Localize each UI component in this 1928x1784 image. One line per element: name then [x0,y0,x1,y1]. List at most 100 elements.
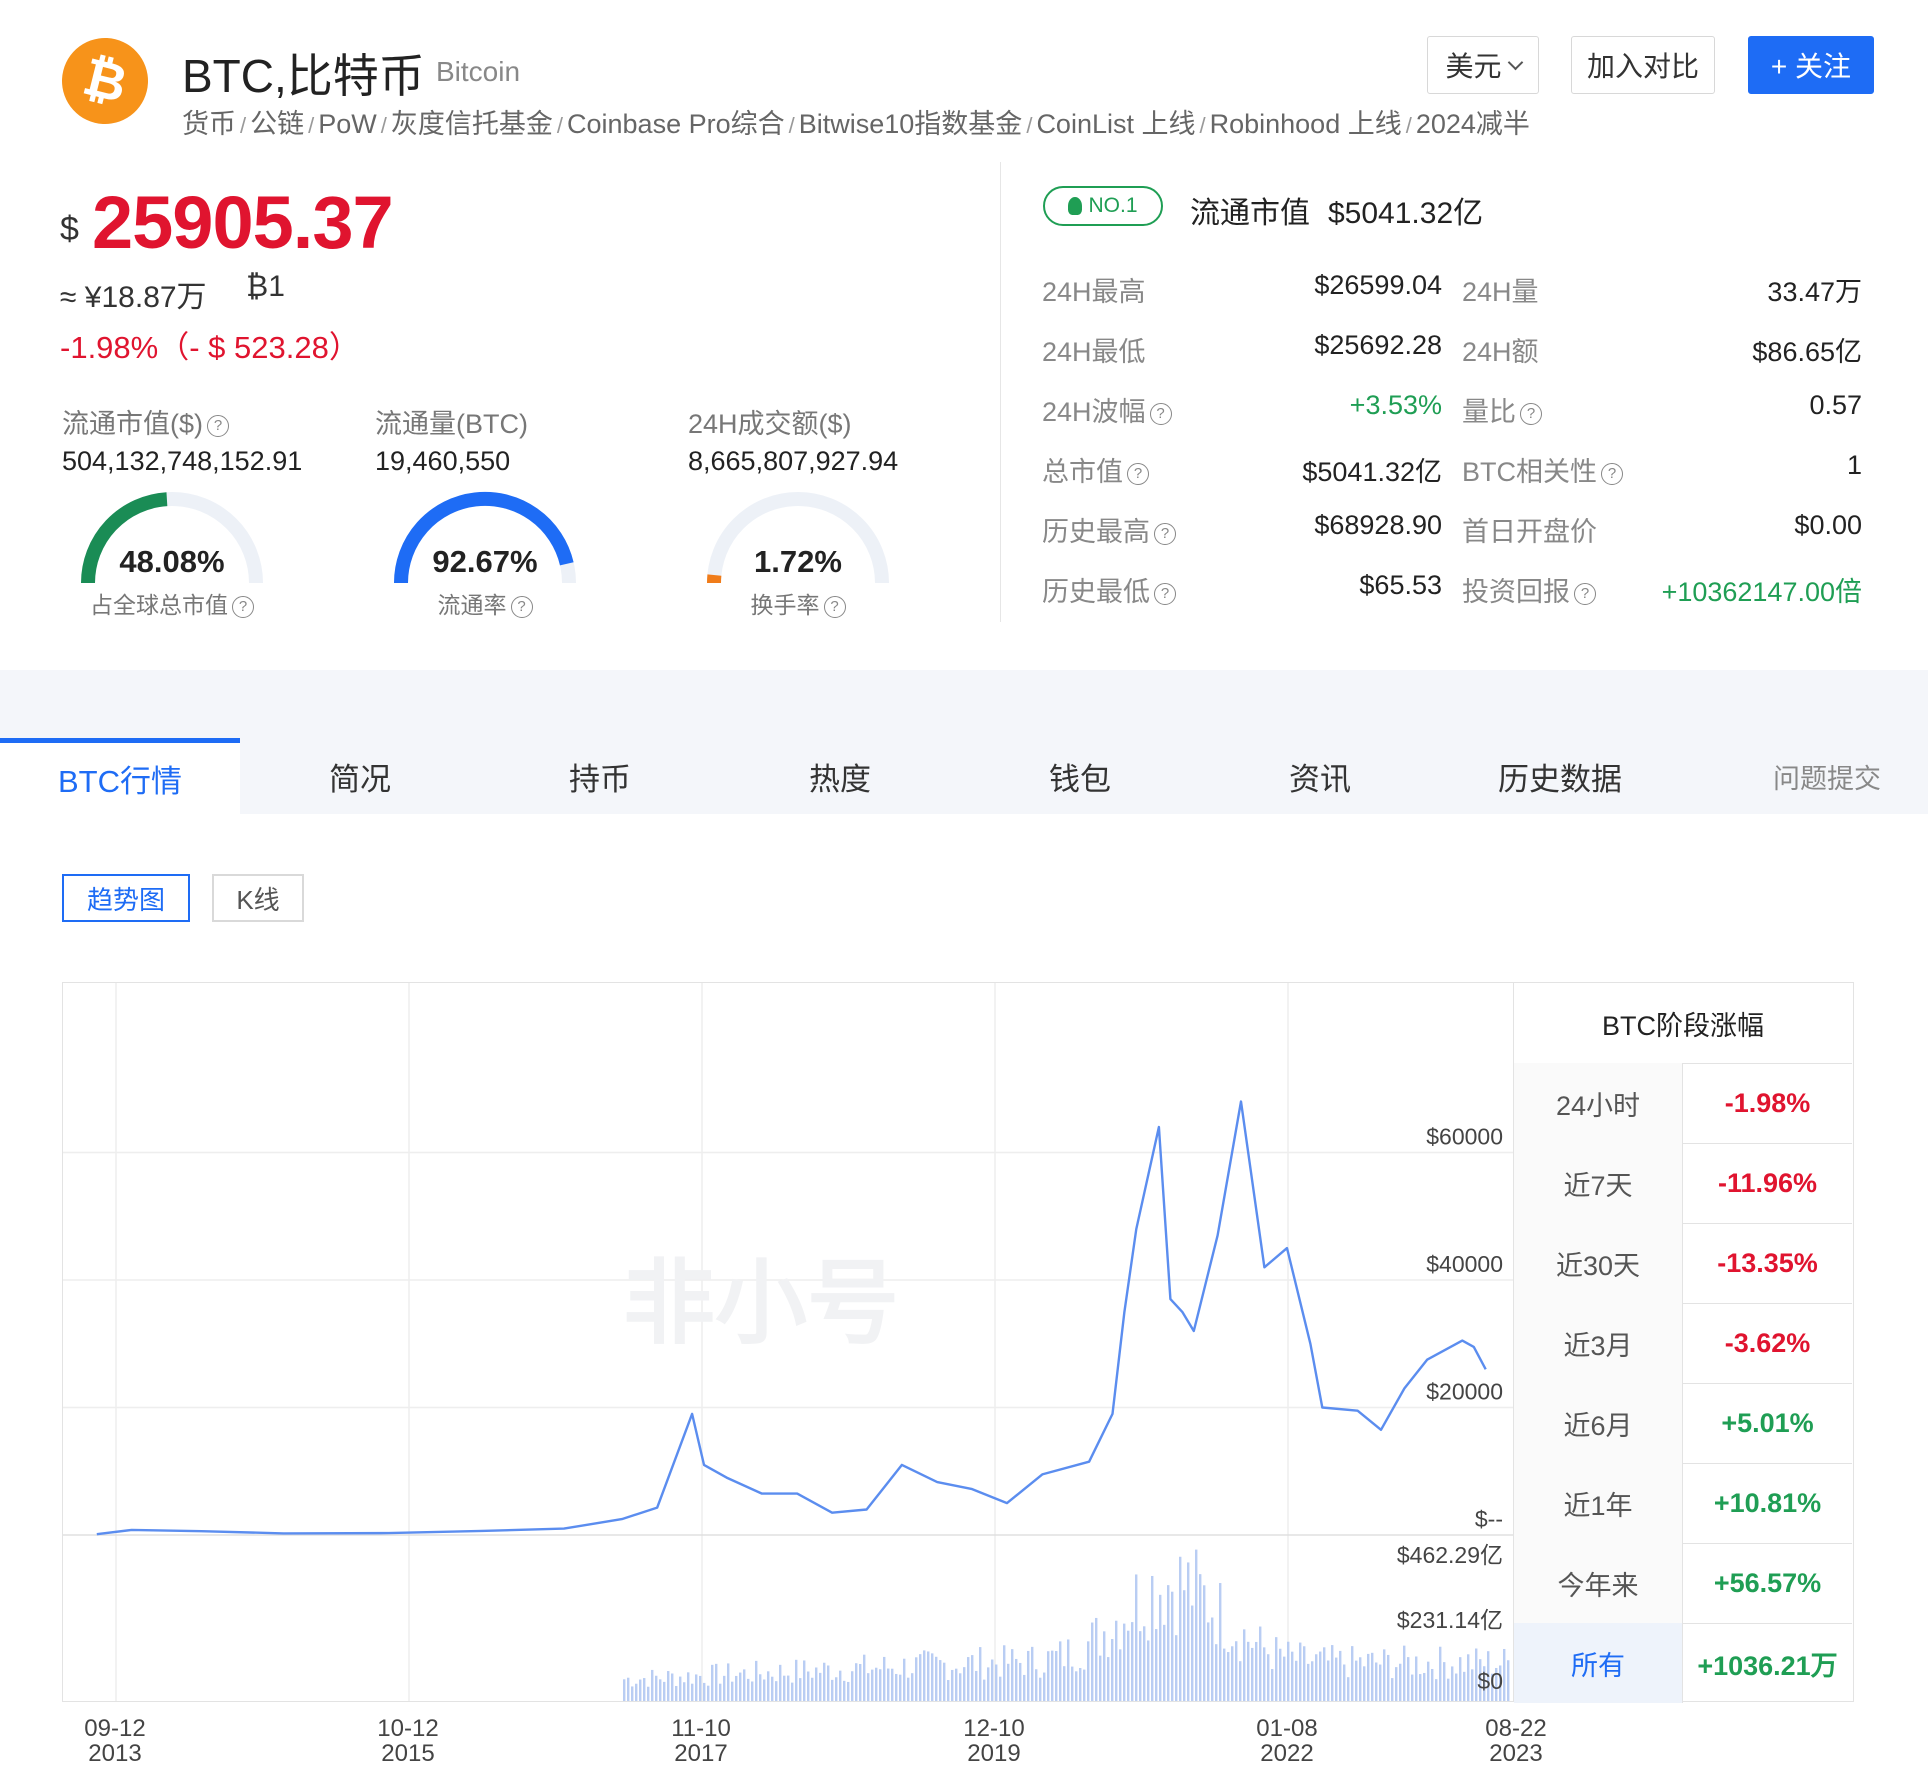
volume-bar [1383,1649,1386,1701]
stat-label: 投资回报? [1462,570,1596,609]
volume-bar [1135,1574,1138,1701]
volume-bar [943,1662,946,1701]
stat-value: $5041.32亿 [1302,457,1442,487]
help-icon[interactable]: ? [1127,462,1149,485]
stat-value: $86.65亿 [1752,337,1862,367]
volume-bar [1015,1658,1018,1701]
performance-table: BTC阶段涨幅 24小时 -1.98% 近7天 -11.96% 近30天 -13… [1514,982,1854,1703]
stat-label-text: 历史最低 [1042,577,1150,607]
help-icon[interactable]: ? [1154,522,1176,545]
currency-select[interactable]: 美元 [1427,36,1539,94]
volume-bar [835,1677,838,1701]
volume-bar [663,1681,666,1701]
stat-value: 8,665,807,927.94 [688,446,899,476]
help-icon[interactable]: ? [510,595,533,618]
volume-bar [1119,1649,1122,1701]
coin-tag[interactable]: 货币 [182,109,236,139]
tab-2[interactable]: 持币 [480,738,720,814]
help-icon[interactable]: ? [207,414,229,437]
volume-bar [1503,1648,1506,1701]
stat-label-text: 24H最高 [1042,277,1146,307]
volume-bar [1063,1666,1066,1701]
tag-separator: / [788,113,795,138]
x-tick-date: 10-12 [377,1715,439,1742]
volume-bar [1303,1646,1306,1701]
tag-separator: / [308,113,315,138]
report-issue-link[interactable]: 问题提交 [1752,738,1902,814]
gauge-value: 92.67% [432,544,538,579]
stat-value: 0.57 [1809,390,1862,420]
volume-bar [895,1673,898,1701]
tab-3[interactable]: 热度 [720,738,960,814]
volume-bar [1463,1671,1466,1701]
help-icon[interactable]: ? [1149,402,1172,425]
price-axis-tick: $60000 [1426,1124,1503,1150]
help-icon[interactable]: ? [1154,582,1176,605]
x-tick-date: 01-08 [1256,1715,1318,1742]
volume-bar [863,1654,866,1701]
volume-bar [839,1670,842,1701]
help-icon[interactable]: ? [1520,402,1542,425]
coin-tag[interactable]: 灰度信托基金 [391,109,553,139]
help-icon[interactable]: ? [232,595,254,618]
performance-period: 近6月 [1514,1383,1683,1463]
volume-bar [731,1681,734,1701]
volume-bar [887,1668,890,1701]
x-tick-date: 09-12 [84,1715,146,1742]
kline-chart-toggle[interactable]: K线 [212,874,304,922]
stat-label-text: 总市值 [1042,457,1123,487]
volume-bar [1359,1657,1362,1701]
stat-label: 24H波幅? [1042,390,1172,429]
volume-bar [1183,1590,1186,1701]
coin-tag[interactable]: Robinhood 上线 [1210,109,1402,139]
stat-value: $68928.90 [1314,510,1442,540]
volume-bar [959,1673,962,1701]
tab-5[interactable]: 资讯 [1200,738,1440,814]
help-icon[interactable]: ? [1574,582,1596,605]
performance-row: 近7天 -11.96% [1514,1143,1852,1224]
volume-bar [1459,1657,1462,1701]
coin-tag[interactable]: Bitwise10指数基金 [799,109,1023,139]
tab-1[interactable]: 简况 [240,738,480,814]
volume-bar [1331,1645,1334,1701]
volume-bar [1039,1677,1042,1701]
coin-tag[interactable]: 2024减半 [1416,109,1530,139]
volume-bar [687,1672,690,1701]
trend-chart-toggle[interactable]: 趋势图 [62,874,190,922]
help-icon[interactable]: ? [823,595,846,618]
coin-tag[interactable]: 公链 [250,109,304,139]
volume-bar [815,1667,818,1701]
tab-0[interactable]: BTC行情 [0,738,240,814]
volume-bar [1099,1655,1102,1701]
stat-label-text: 历史最高 [1042,517,1150,547]
coin-tag[interactable]: Coinbase Pro综合 [567,109,785,139]
stat-value: $26599.04 [1314,270,1442,300]
volume-bar [855,1663,858,1701]
volume-bar [1203,1585,1206,1701]
performance-value: +56.57% [1713,1567,1822,1598]
price-change: -1.98%（- $ 523.28） [60,330,360,365]
follow-button[interactable]: + 关注 [1748,36,1874,94]
stat-value: +10362147.00倍 [1661,577,1862,607]
volume-bar [935,1656,938,1701]
price-axis-tick: $40000 [1426,1251,1503,1277]
add-to-compare-button[interactable]: 加入对比 [1571,36,1715,94]
tab-6[interactable]: 历史数据 [1440,738,1680,814]
stat-value: 504,132,748,152.91 [62,446,303,476]
volume-bar [875,1667,878,1701]
coin-tag[interactable]: PoW [318,109,377,139]
x-axis-tick: 09-12 2013 [60,1716,170,1766]
gauge-chart [707,492,889,584]
tab-4[interactable]: 钱包 [960,738,1200,814]
volume-bar [1019,1662,1022,1701]
stat-label-text: 24H成交额($) [688,409,852,439]
coin-tag[interactable]: CoinList 上线 [1036,109,1195,139]
volume-bar [867,1673,870,1701]
volume-bar [1023,1674,1026,1701]
performance-row[interactable]: 所有 +1036.21万 [1514,1623,1852,1703]
volume-bar [1003,1645,1006,1701]
volume-axis-tick: $0 [1477,1668,1503,1694]
performance-period: 所有 [1514,1623,1683,1703]
volume-bar [1355,1660,1358,1701]
gauge-value: 48.08% [119,544,225,579]
